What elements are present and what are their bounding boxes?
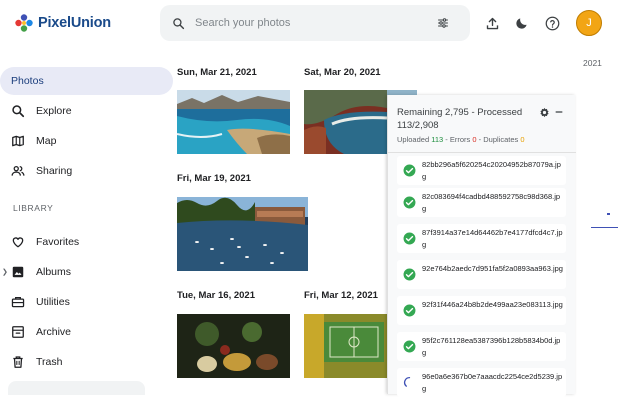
app-logo[interactable]: PixelUnion <box>14 13 111 33</box>
photo-still-life-image <box>177 314 290 378</box>
search-input[interactable] <box>195 17 425 29</box>
upload-progress-title: Remaining 2,795 - Processed 113/2,908 <box>397 107 523 131</box>
date-header: Fri, Mar 12, 2021 <box>304 290 378 301</box>
upload-file-item: 87f3914a37e14d64462b7e4177dfcd4c7.jpg <box>397 224 566 253</box>
upload-progress-panel: Remaining 2,795 - Processed 113/2,908 Up… <box>387 95 576 397</box>
photo-thumbnail[interactable] <box>177 314 290 378</box>
panel-divider <box>388 152 576 153</box>
search-icon <box>173 17 185 29</box>
photo-thumbnail[interactable] <box>177 90 290 154</box>
sidebar-item-label: Explore <box>36 105 72 117</box>
sidebar-item-label: Utilities <box>36 296 70 308</box>
sidebar-item-photos[interactable]: Photos <box>0 67 173 95</box>
sidebar-item-label: Photos <box>11 75 44 87</box>
timeline-scrubber-line[interactable] <box>591 227 618 228</box>
avatar-initial: J <box>586 17 592 29</box>
photo-thumbnail[interactable] <box>177 197 308 271</box>
check-circle-icon <box>403 268 416 281</box>
photo-coast-image <box>304 90 387 154</box>
sidebar: Photos Explore Map Sharing LIBRARY Favor… <box>0 52 173 395</box>
search-options-icon[interactable] <box>437 17 449 29</box>
help-icon <box>545 16 559 30</box>
errors-count: 0 <box>472 135 477 144</box>
sidebar-item-sharing[interactable]: Sharing <box>0 157 145 185</box>
dark-mode-button[interactable] <box>511 12 533 34</box>
file-name: 96e0a6e367b0e7aaacdc2254ce2d5239.jpg <box>422 372 563 393</box>
pixelunion-logo-icon <box>15 14 33 32</box>
check-circle-icon <box>403 232 416 245</box>
file-name: 82c083694f4cadbd488592758c98d368.jpg <box>422 192 561 213</box>
photo-lagoon-image <box>177 90 290 154</box>
file-name: 92e764b2aedc7d951fa5f2a0893aa963.jpg <box>422 264 563 273</box>
help-button[interactable] <box>541 12 563 34</box>
date-header: Tue, Mar 16, 2021 <box>177 290 255 301</box>
expand-caret-icon[interactable]: ❯ <box>2 268 8 276</box>
check-circle-icon <box>403 164 416 177</box>
check-circle-icon <box>403 304 416 317</box>
upload-button[interactable] <box>481 12 503 34</box>
upload-stats: Uploaded 113 - Errors 0 - Duplicates 0 <box>397 135 525 144</box>
sidebar-item-label: Archive <box>36 326 72 338</box>
file-name: 95f2c761128ea5387396b128b5834b0d.jpg <box>422 336 561 357</box>
photo-thumbnail[interactable] <box>304 314 387 378</box>
upload-file-item: 95f2c761128ea5387396b128b5834b0d.jpg <box>397 332 566 361</box>
file-name: 87f3914a37e14d64462b7e4177dfcd4c7.jpg <box>422 228 563 249</box>
date-header: Fri, Mar 19, 2021 <box>177 173 251 184</box>
sidebar-item-albums[interactable]: ❯ Albums <box>0 258 145 286</box>
top-bar: PixelUnion Search your photos J <box>0 0 618 52</box>
date-header: Sat, Mar 20, 2021 <box>304 67 381 78</box>
toolbox-icon <box>11 296 25 308</box>
sidebar-item-utilities[interactable]: Utilities <box>0 288 145 316</box>
file-name: 82bb296a5f620254c20204952b87079a.jpg <box>422 160 561 181</box>
sidebar-item-favorites[interactable]: Favorites <box>0 228 145 256</box>
search-bar[interactable] <box>160 5 470 41</box>
duplicates-label: Duplicates <box>483 135 519 144</box>
sidebar-item-label: Trash <box>36 356 63 368</box>
gear-icon[interactable] <box>539 107 550 118</box>
archive-icon <box>12 326 24 338</box>
photo-lake-image <box>177 197 308 271</box>
trash-icon <box>13 356 23 368</box>
date-header: Sun, Mar 21, 2021 <box>177 67 257 78</box>
library-section-label: LIBRARY <box>13 203 54 213</box>
errors-label: Errors <box>449 135 471 144</box>
minimize-icon[interactable] <box>554 107 564 117</box>
check-circle-icon <box>403 340 416 353</box>
spinner-icon <box>404 376 411 387</box>
duplicates-count: 0 <box>520 135 525 144</box>
sidebar-item-map[interactable]: Map <box>0 127 145 155</box>
user-avatar[interactable]: J <box>576 10 602 36</box>
sidebar-item-explore[interactable]: Explore <box>0 97 145 125</box>
photo-thumbnail[interactable] <box>304 90 387 154</box>
upload-file-item: 96e0a6e367b0e7aaacdc2254ce2d5239.jpg <box>397 368 566 397</box>
check-circle-icon <box>403 196 416 209</box>
sidebar-item-trash[interactable]: Trash <box>0 348 145 376</box>
storage-card <box>8 381 145 395</box>
upload-icon <box>486 17 498 29</box>
upload-file-item: 82bb296a5f620254c20204952b87079a.jpg <box>397 156 566 185</box>
upload-file-item: 82c083694f4cadbd488592758c98d368.jpg <box>397 188 566 217</box>
uploaded-count: 113 <box>431 135 444 144</box>
timeline-year-label[interactable]: 2021 <box>583 58 602 68</box>
upload-file-item: 92f31f446a24b8b2de499aa23e083113.jpg <box>397 296 566 325</box>
photo-stadium-image <box>304 314 387 378</box>
heart-icon <box>12 237 24 248</box>
file-name: 92f31f446a24b8b2de499aa23e083113.jpg <box>422 300 563 309</box>
upload-file-item: 92e764b2aedc7d951fa5f2a0893aa963.jpg <box>397 260 566 289</box>
sidebar-item-archive[interactable]: Archive <box>0 318 145 346</box>
sidebar-item-label: Favorites <box>36 236 80 248</box>
people-icon <box>11 165 25 176</box>
search-icon <box>12 105 25 118</box>
album-icon <box>12 266 24 278</box>
sidebar-item-label: Albums <box>36 266 72 278</box>
moon-icon <box>516 18 527 29</box>
uploaded-label: Uploaded <box>397 135 430 144</box>
timeline-scrubber-marker[interactable] <box>607 213 610 215</box>
sidebar-item-label: Map <box>36 135 57 147</box>
map-icon <box>12 135 24 147</box>
sidebar-item-label: Sharing <box>36 165 73 177</box>
app-name: PixelUnion <box>38 15 111 31</box>
